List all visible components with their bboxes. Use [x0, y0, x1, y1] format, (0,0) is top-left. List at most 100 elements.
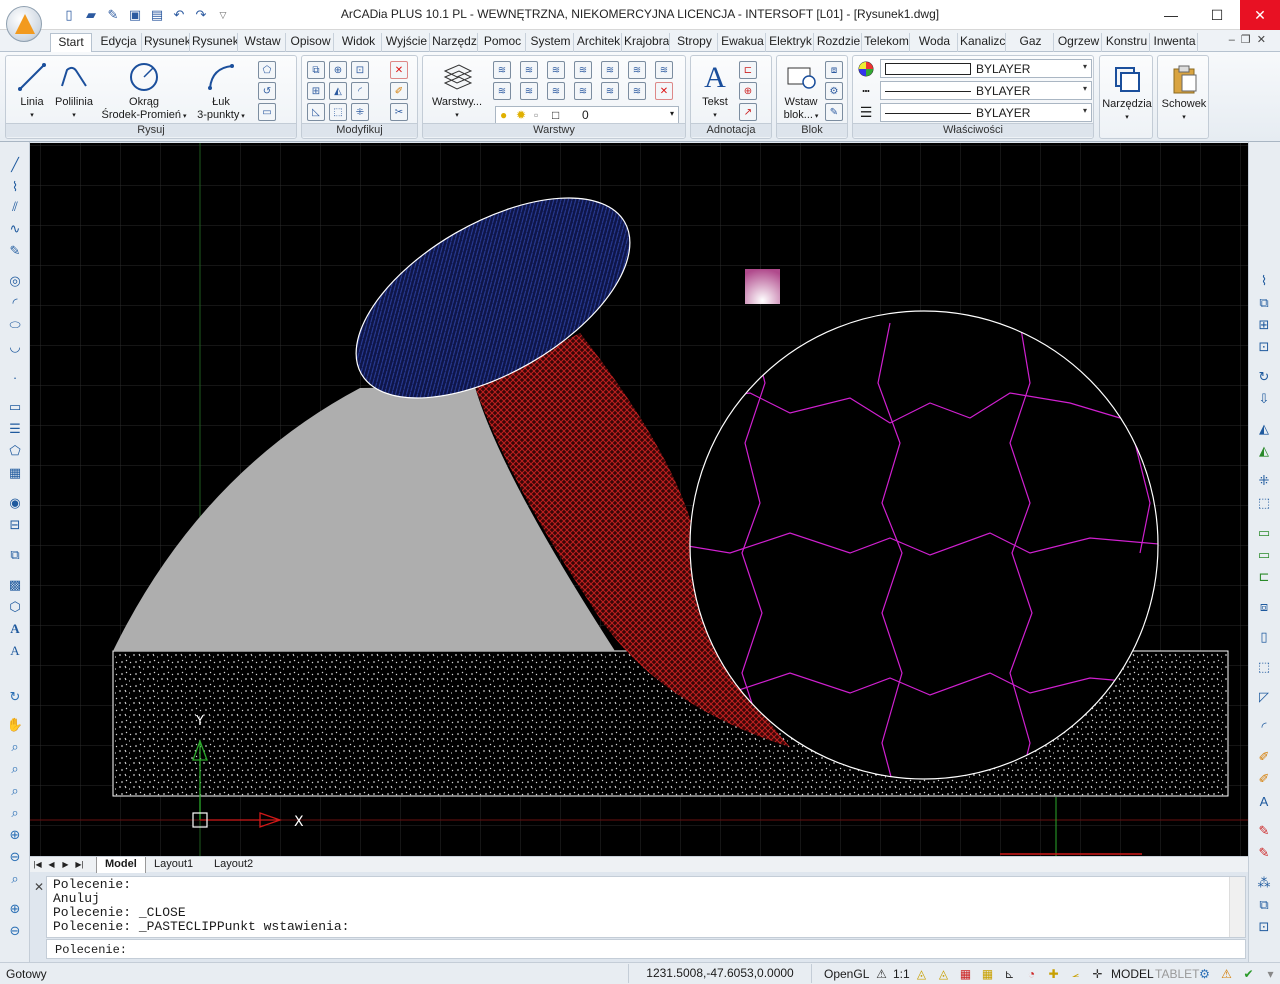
command-scrollbar[interactable]	[1229, 877, 1245, 937]
array-icon[interactable]: ⊞	[307, 82, 325, 100]
tab-start[interactable]: Start	[50, 33, 92, 52]
point-tool-icon[interactable]: ·	[6, 368, 24, 386]
tab-layout1[interactable]: Layout1	[146, 857, 201, 873]
trim-icon[interactable]: ✂	[390, 103, 408, 121]
zoom-dynamic-icon[interactable]: ⌕	[6, 804, 24, 822]
linetype-combo[interactable]: BYLAYER ▾	[880, 81, 1092, 100]
ellipse-tool-icon[interactable]: ⬭	[6, 316, 24, 334]
line-tool-icon[interactable]: ╱	[6, 156, 24, 174]
spline-tool-icon[interactable]: ∿	[6, 220, 24, 238]
color-combo[interactable]: BYLAYER ▾	[880, 59, 1092, 78]
layer-combo[interactable]: ● ✹ ▫ □ 0 ▾	[495, 106, 679, 124]
regen-icon[interactable]: ↻	[6, 688, 24, 706]
annotation-scale[interactable]: 1:1	[893, 967, 910, 981]
warstwy-button[interactable]: Warstwy... ▾	[427, 60, 487, 122]
ellipse-arc-tool-icon[interactable]: ◡	[6, 338, 24, 356]
grid-snap-icon[interactable]: ◬	[935, 965, 952, 982]
trim-tool-icon[interactable]: ⊏	[1255, 568, 1273, 586]
modify-tool-4-icon[interactable]: ⊡	[1255, 338, 1273, 356]
tab-model[interactable]: Model	[96, 857, 146, 873]
tab-rozdzie[interactable]: Rozdzie	[816, 33, 862, 52]
narzedzia-button[interactable]: Narzędzia ▾	[1100, 62, 1154, 124]
block-attr-icon[interactable]: ⚙	[825, 82, 843, 100]
rectangle-tool-icon[interactable]: ▭	[6, 398, 24, 416]
lineweight-toggle-icon[interactable]: ✛	[1089, 965, 1106, 982]
okrag-button[interactable]: Okrąg Środek-Promień ▾	[98, 60, 190, 123]
annotation-scale-icon[interactable]: ⚠	[873, 965, 890, 982]
tab-konstru[interactable]: Konstru	[1104, 33, 1150, 52]
zoom-previous-icon[interactable]: ⌕	[6, 782, 24, 800]
dimension-icon[interactable]: ⊏	[739, 61, 757, 79]
zoom-all-icon[interactable]: ⊕	[6, 900, 24, 918]
notifications-icon[interactable]: ⚠	[1218, 965, 1235, 982]
offset-tool-icon[interactable]: ⧉	[1255, 896, 1273, 914]
next-layout-icon[interactable]: ▶	[60, 858, 71, 871]
ortho-icon[interactable]: ▦	[979, 965, 996, 982]
modify-tool-1-icon[interactable]: ⌇	[1255, 272, 1273, 290]
tab-widok[interactable]: Widok	[336, 33, 382, 52]
drawing-canvas[interactable]: Y X	[30, 143, 1248, 856]
layer-tool-3-icon[interactable]: ≋	[547, 61, 565, 79]
polygon-tool-icon[interactable]: ⬠	[6, 442, 24, 460]
create-block-icon[interactable]: ⧈	[825, 61, 843, 79]
tab-woda[interactable]: Woda	[912, 33, 958, 52]
prev-layout-icon[interactable]: ◀	[46, 858, 57, 871]
rectangle-icon[interactable]: ▭	[258, 103, 276, 121]
hatch-region-icon[interactable]: ▦	[6, 464, 24, 482]
command-close-icon[interactable]: ✕	[34, 880, 44, 894]
scale-tool-icon[interactable]: ⊡	[1255, 918, 1273, 936]
layer-tool-5-icon[interactable]: ≋	[601, 61, 619, 79]
lengthen-tool-icon[interactable]: ▭	[1255, 546, 1273, 564]
linia-button[interactable]: Linia ▾	[12, 60, 52, 122]
donut-tool-icon[interactable]: ◉	[6, 494, 24, 512]
chamfer-tool-icon[interactable]: ◸	[1255, 688, 1273, 706]
maximize-icon[interactable]: ☐	[1194, 0, 1240, 30]
command-input[interactable]: Polecenie:	[46, 939, 1246, 959]
edit-text-icon[interactable]: ✐	[1255, 748, 1273, 766]
schowek-panel[interactable]: Schowek ▾	[1157, 55, 1209, 139]
fillet-tool-icon[interactable]: ◜	[1255, 718, 1273, 736]
scale-icon[interactable]: ⬚	[329, 103, 347, 121]
layer-tool-2-icon[interactable]: ≋	[520, 61, 538, 79]
tab-edycja[interactable]: Edycja	[96, 33, 142, 52]
snap-icon[interactable]: ◬	[913, 965, 930, 982]
ribbon-window-controls[interactable]: –❐✕	[1229, 33, 1272, 46]
explode-icon[interactable]: ⁜	[351, 103, 369, 121]
layer-tool-9-icon[interactable]: ≋	[520, 82, 538, 100]
grid-display-icon[interactable]: ▦	[957, 965, 974, 982]
polar-icon[interactable]: ⊾	[1001, 965, 1018, 982]
modify-tool-2-icon[interactable]: ⧉	[1255, 294, 1273, 312]
match-prop-tool-icon[interactable]: ✎	[1255, 844, 1273, 862]
lineweight-combo[interactable]: BYLAYER ▾	[880, 103, 1092, 122]
layer-tool-13-icon[interactable]: ≋	[628, 82, 646, 100]
tab-wstaw[interactable]: Wstaw	[240, 33, 286, 52]
circle-tool-icon[interactable]: ◎	[6, 272, 24, 290]
join-tool-icon[interactable]: ⬚	[1255, 658, 1273, 676]
tab-pomoc[interactable]: Pomoc	[480, 33, 526, 52]
arc-tool-icon[interactable]: ◜	[6, 294, 24, 312]
copy-icon[interactable]: ⧉	[307, 61, 325, 79]
statusbar-menu-icon[interactable]: ▾	[1262, 965, 1279, 982]
text-tool-icon[interactable]: A	[6, 620, 24, 638]
explode-tool-icon[interactable]: ⁂	[1255, 874, 1273, 892]
stretch-tool-icon[interactable]: ▭	[1255, 524, 1273, 542]
tab-elektryk[interactable]: Elektryk	[768, 33, 814, 52]
zoom-out-icon[interactable]: ⊖	[6, 848, 24, 866]
narzedzia-panel[interactable]: Narzędzia ▾	[1099, 55, 1153, 139]
edit-attr-icon[interactable]: ✐	[1255, 770, 1273, 788]
insert-tool-icon[interactable]: ⧉	[6, 546, 24, 564]
zoom-extents-icon[interactable]: ⌕	[6, 870, 24, 888]
mirror-tool-icon[interactable]: ◭	[1255, 420, 1273, 438]
layer-tool-8-icon[interactable]: ≋	[493, 82, 511, 100]
tab-stropy[interactable]: Stropy	[672, 33, 718, 52]
polygon-icon[interactable]: ⬠	[258, 61, 276, 79]
layer-tool-1-icon[interactable]: ≋	[493, 61, 511, 79]
zoom-in-icon[interactable]: ⊕	[6, 826, 24, 844]
fillet-icon[interactable]: ◜	[351, 82, 369, 100]
break-tool-icon[interactable]: ▯	[1255, 628, 1273, 646]
last-layout-icon[interactable]: ▶|	[74, 858, 85, 871]
properties-tool-icon[interactable]: ✎	[1255, 822, 1273, 840]
modify-tool-5-icon[interactable]: ↻	[1255, 368, 1273, 386]
edit-block-icon[interactable]: ✎	[825, 103, 843, 121]
layer-tool-12-icon[interactable]: ≋	[601, 82, 619, 100]
